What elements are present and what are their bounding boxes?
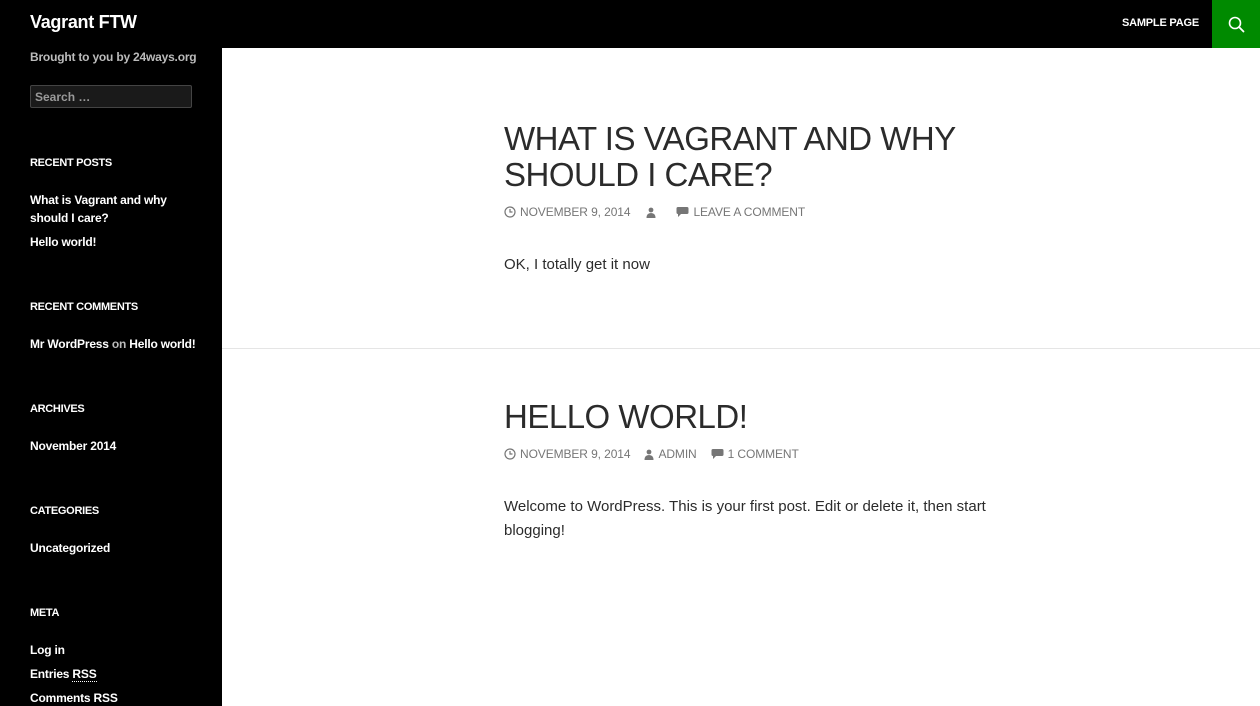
search-toggle-button[interactable]	[1212, 0, 1260, 48]
post-date: NOVEMBER 9, 2014	[520, 447, 631, 461]
post-author: ADMIN	[658, 447, 697, 461]
post-date: NOVEMBER 9, 2014	[520, 205, 631, 219]
post-comments-link[interactable]: LEAVE A COMMENT	[676, 205, 805, 219]
main-content: WHAT IS VAGRANT AND WHY SHOULD I CARE? N…	[222, 48, 1260, 706]
site-title[interactable]: Vagrant FTW	[30, 12, 137, 33]
login-link[interactable]: Log in	[30, 641, 190, 659]
clock-icon	[504, 448, 516, 460]
post-date-link[interactable]: NOVEMBER 9, 2014	[504, 205, 631, 219]
comment-author-link[interactable]: Mr WordPress	[30, 337, 109, 351]
site-tagline: Brought to you by 24ways.org	[30, 50, 197, 64]
user-icon	[644, 449, 654, 460]
comment-icon	[711, 449, 724, 459]
post-content: OK, I totally get it now	[504, 256, 650, 273]
archive-link[interactable]: November 2014	[30, 437, 190, 455]
post-divider	[222, 348, 1260, 349]
post-author-link[interactable]: ADMIN	[644, 447, 697, 461]
user-icon	[646, 207, 656, 218]
widget-title-recent-comments: RECENT COMMENTS	[30, 301, 138, 313]
recent-post-link[interactable]: Hello world!	[30, 233, 190, 251]
post-meta: NOVEMBER 9, 2014 LEAVE A COMMENT	[504, 205, 819, 219]
search-icon	[1228, 16, 1244, 32]
comment-joiner: on	[111, 337, 127, 351]
comments-rss-prefix: Comments	[30, 691, 94, 705]
widget-title-categories: CATEGORIES	[30, 505, 99, 517]
post-author-link[interactable]	[646, 207, 660, 218]
comment-post-link[interactable]: Hello world!	[129, 337, 195, 351]
recent-post-link[interactable]: What is Vagrant and why should I care?	[30, 191, 190, 227]
widget-title-recent-posts: RECENT POSTS	[30, 157, 112, 169]
category-link[interactable]: Uncategorized	[30, 539, 190, 557]
post-title-link[interactable]: HELLO WORLD!	[504, 399, 984, 435]
entries-rss-link[interactable]: Entries RSS	[30, 665, 190, 683]
post-comments: LEAVE A COMMENT	[693, 205, 806, 219]
comments-rss-link[interactable]: Comments RSS	[30, 689, 190, 706]
post-content: Welcome to WordPress. This is your first…	[504, 498, 986, 539]
search-input[interactable]	[30, 85, 192, 108]
entries-rss-prefix: Entries	[30, 667, 73, 681]
sidebar: Brought to you by 24ways.org RECENT POST…	[0, 48, 222, 706]
clock-icon	[504, 206, 516, 218]
rss-abbr: RSS	[72, 667, 97, 682]
widget-title-archives: ARCHIVES	[30, 403, 85, 415]
rss-abbr: RSS	[93, 691, 118, 705]
nav-sample-page[interactable]: SAMPLE PAGE	[1122, 17, 1199, 29]
post-title-link[interactable]: WHAT IS VAGRANT AND WHY SHOULD I CARE?	[504, 121, 984, 193]
site-header: Vagrant FTW SAMPLE PAGE	[0, 0, 1260, 48]
widget-title-meta: META	[30, 607, 60, 619]
post-date-link[interactable]: NOVEMBER 9, 2014	[504, 447, 631, 461]
post-comments-link[interactable]: 1 COMMENT	[711, 447, 799, 461]
post-comments: 1 COMMENT	[727, 447, 799, 461]
post-meta: NOVEMBER 9, 2014 ADMIN 1 COMMENT	[504, 447, 813, 461]
comment-icon	[676, 207, 689, 217]
recent-comment-item: Mr WordPress on Hello world!	[30, 335, 220, 353]
